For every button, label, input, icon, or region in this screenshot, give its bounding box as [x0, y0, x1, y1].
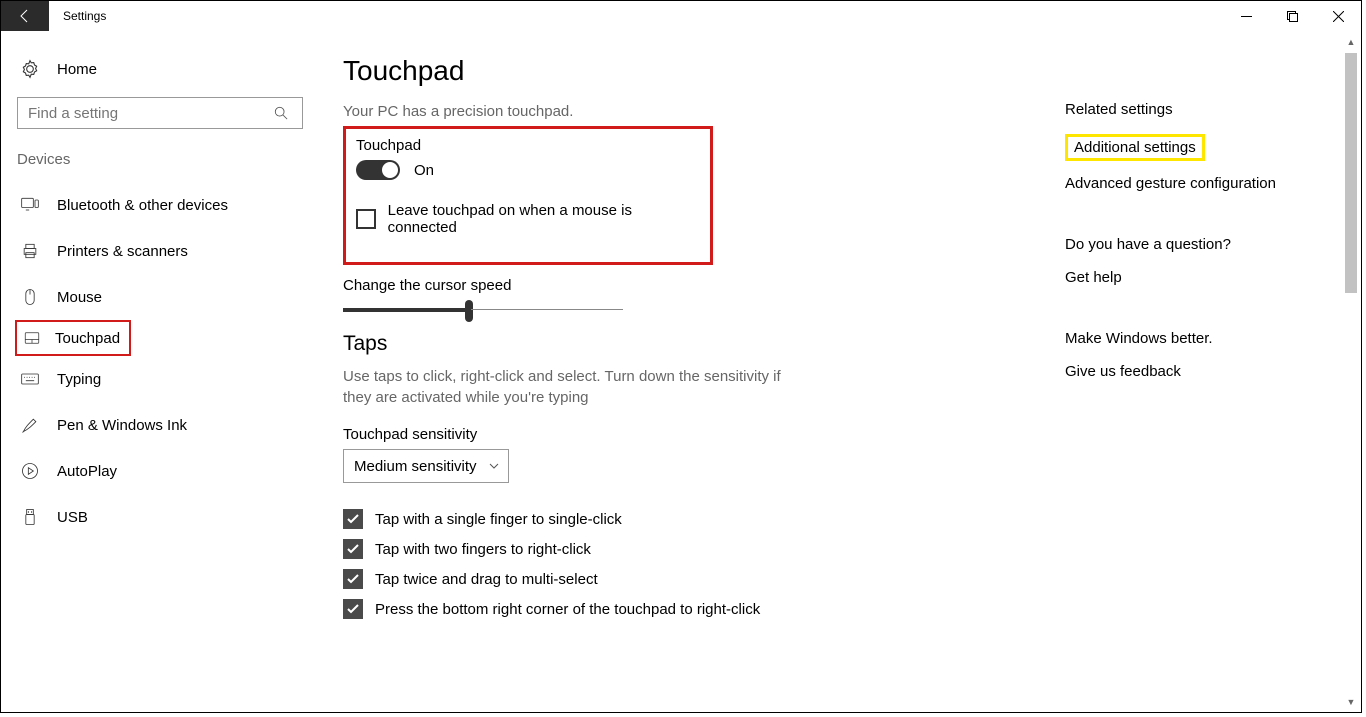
slider-thumb[interactable]	[465, 300, 473, 322]
highlight-frame-touchpad: Touchpad On Leave touchpad on when a mou…	[343, 126, 713, 265]
back-button[interactable]	[1, 1, 49, 31]
page-title: Touchpad	[343, 55, 1051, 87]
titlebar: Settings	[1, 1, 1361, 31]
highlight-additional-settings: Additional settings	[1065, 134, 1205, 161]
minimize-icon	[1241, 11, 1252, 22]
make-better-head: Make Windows better.	[1065, 330, 1335, 347]
usb-icon	[19, 506, 41, 528]
minimize-button[interactable]	[1223, 1, 1269, 31]
get-help-link[interactable]: Get help	[1065, 269, 1335, 286]
press-bottom-right-checkbox[interactable]	[343, 599, 363, 619]
maximize-icon	[1287, 11, 1298, 22]
sidebar-item-label: Typing	[57, 371, 101, 388]
home-button[interactable]: Home	[13, 49, 311, 89]
cursor-speed-label: Change the cursor speed	[343, 277, 1051, 294]
touchpad-toggle[interactable]	[356, 160, 400, 180]
scroll-down-arrow[interactable]: ▼	[1343, 693, 1359, 710]
autoplay-icon	[19, 460, 41, 482]
tap-twice-drag-label: Tap twice and drag to multi-select	[375, 571, 598, 588]
window-controls	[1223, 1, 1361, 31]
app-title: Settings	[63, 9, 106, 23]
content-pane: Touchpad Your PC has a precision touchpa…	[311, 31, 1051, 712]
check-icon	[346, 572, 360, 586]
tap-single-finger-checkbox[interactable]	[343, 509, 363, 529]
scroll-up-arrow[interactable]: ▲	[1343, 33, 1359, 50]
check-icon	[346, 602, 360, 616]
sensitivity-dropdown[interactable]: Medium sensitivity	[343, 449, 509, 483]
sidebar-item-label: Bluetooth & other devices	[57, 197, 228, 214]
taps-description: Use taps to click, right-click and selec…	[343, 366, 783, 408]
close-button[interactable]	[1315, 1, 1361, 31]
sidebar-item-label: Touchpad	[55, 330, 120, 347]
maximize-button[interactable]	[1269, 1, 1315, 31]
home-label: Home	[57, 61, 97, 78]
sidebar-item-label: Mouse	[57, 289, 102, 306]
leave-touchpad-on-checkbox[interactable]	[356, 209, 376, 229]
touchpad-section-label: Touchpad	[356, 137, 698, 154]
advanced-gesture-link[interactable]: Advanced gesture configuration	[1065, 175, 1335, 192]
sidebar-item-autoplay[interactable]: AutoPlay	[13, 448, 311, 494]
sidebar-item-typing[interactable]: Typing	[13, 356, 311, 402]
tap-two-fingers-checkbox[interactable]	[343, 539, 363, 559]
arrow-left-icon	[17, 8, 33, 24]
search-icon	[274, 106, 302, 120]
gear-icon	[19, 58, 41, 80]
additional-settings-link[interactable]: Additional settings	[1074, 139, 1196, 156]
mouse-icon	[19, 286, 41, 308]
sidebar-item-label: USB	[57, 509, 88, 526]
feedback-link[interactable]: Give us feedback	[1065, 363, 1335, 380]
pen-icon	[19, 414, 41, 436]
search-input[interactable]	[18, 105, 274, 122]
press-bottom-right-label: Press the bottom right corner of the tou…	[375, 601, 760, 618]
settings-window: Settings Home	[0, 0, 1362, 713]
sidebar-item-label: Pen & Windows Ink	[57, 417, 187, 434]
touchpad-icon	[21, 327, 43, 349]
keyboard-icon	[19, 368, 41, 390]
sidebar-item-label: Printers & scanners	[57, 243, 188, 260]
precision-touchpad-text: Your PC has a precision touchpad.	[343, 103, 1051, 120]
check-icon	[346, 512, 360, 526]
toggle-knob	[382, 162, 398, 178]
vertical-scrollbar[interactable]: ▲ ▼	[1343, 33, 1359, 710]
tap-twice-drag-checkbox[interactable]	[343, 569, 363, 589]
sidebar-item-pen[interactable]: Pen & Windows Ink	[13, 402, 311, 448]
cursor-speed-slider[interactable]	[343, 308, 623, 312]
sensitivity-value: Medium sensitivity	[354, 458, 477, 475]
sidebar: Home Devices Bluetooth & other devices	[1, 31, 311, 712]
sidebar-group-header: Devices	[17, 151, 311, 168]
sensitivity-label: Touchpad sensitivity	[343, 426, 1051, 443]
scroll-thumb[interactable]	[1345, 53, 1357, 293]
tap-single-finger-label: Tap with a single finger to single-click	[375, 511, 622, 528]
check-icon	[346, 542, 360, 556]
sidebar-item-label: AutoPlay	[57, 463, 117, 480]
devices-icon	[19, 194, 41, 216]
sidebar-item-mouse[interactable]: Mouse	[13, 274, 311, 320]
question-head: Do you have a question?	[1065, 236, 1335, 253]
close-icon	[1333, 11, 1344, 22]
search-box[interactable]	[17, 97, 303, 129]
sidebar-item-touchpad[interactable]: Touchpad	[15, 320, 131, 356]
related-settings-head: Related settings	[1065, 101, 1335, 118]
printer-icon	[19, 240, 41, 262]
sidebar-item-usb[interactable]: USB	[13, 494, 311, 540]
taps-heading: Taps	[343, 332, 1051, 356]
right-column: Related settings Additional settings Adv…	[1051, 31, 1335, 712]
sidebar-item-bluetooth[interactable]: Bluetooth & other devices	[13, 182, 311, 228]
leave-touchpad-on-label: Leave touchpad on when a mouse is connec…	[388, 202, 698, 236]
toggle-state-label: On	[414, 162, 434, 179]
sidebar-item-printers[interactable]: Printers & scanners	[13, 228, 311, 274]
tap-two-fingers-label: Tap with two fingers to right-click	[375, 541, 591, 558]
chevron-down-icon	[488, 460, 500, 472]
